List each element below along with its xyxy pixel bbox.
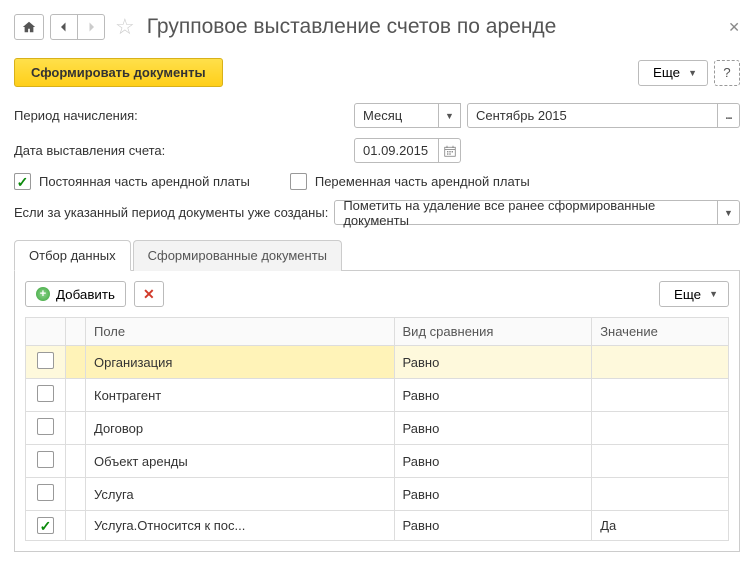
row-value[interactable] [592,478,729,511]
variable-part-label: Переменная часть арендной платы [315,174,530,189]
row-field[interactable]: Контрагент [86,379,395,412]
row-compare[interactable]: Равно [394,412,592,445]
row-value[interactable] [592,445,729,478]
favorite-star-icon[interactable]: ☆ [115,16,135,38]
panel-toolbar: + Добавить ✕ Еще ▼ [25,281,729,307]
row-checkbox[interactable] [37,352,54,369]
date-input[interactable]: 01.09.2015 [354,138,439,163]
row-value[interactable] [592,412,729,445]
row-value[interactable] [592,346,729,379]
col-spacer [66,318,86,346]
arrow-right-icon [85,21,97,33]
filter-panel: + Добавить ✕ Еще ▼ Поле Вид сравнения Зн… [14,271,740,552]
row-compare[interactable]: Равно [394,478,592,511]
add-button[interactable]: + Добавить [25,281,126,307]
filter-grid: Поле Вид сравнения Значение ОрганизацияР… [25,317,729,541]
variable-part-checkbox[interactable] [290,173,307,190]
period-mode-dropdown[interactable]: ▼ [439,103,461,128]
col-field[interactable]: Поле [86,318,395,346]
row-compare[interactable]: Равно [394,511,592,541]
row-checkbox[interactable] [37,385,54,402]
period-value-input[interactable]: Сентябрь 2015 [467,103,718,128]
tab-documents[interactable]: Сформированные документы [133,240,342,271]
date-label: Дата выставления счета: [14,143,354,158]
row-value[interactable] [592,379,729,412]
chevron-down-icon: ▼ [688,68,697,78]
chevron-down-icon: ▼ [709,289,718,299]
add-label: Добавить [56,287,115,302]
period-mode-select[interactable]: Месяц [354,103,439,128]
row-compare[interactable]: Равно [394,379,592,412]
row-spacer [66,511,86,541]
calendar-icon [444,145,456,157]
date-picker-button[interactable] [439,138,461,163]
row-compare[interactable]: Равно [394,445,592,478]
forward-button[interactable] [77,14,105,40]
x-icon: ✕ [143,286,155,303]
help-button[interactable]: ? [714,60,740,86]
plus-icon: + [36,287,50,301]
delete-button[interactable]: ✕ [134,281,164,307]
chevron-down-icon: ▼ [724,208,733,218]
row-spacer [66,445,86,478]
row-spacer [66,412,86,445]
row-value[interactable]: Да [592,511,729,541]
table-row[interactable]: ОрганизацияРавно [26,346,729,379]
table-row[interactable]: Объект арендыРавно [26,445,729,478]
tabs: Отбор данных Сформированные документы [14,239,740,271]
actions-row: Сформировать документы Еще ▼ ? [14,58,740,87]
row-field[interactable]: Услуга.Относится к пос... [86,511,395,541]
existing-docs-label: Если за указанный период документы уже с… [14,205,328,220]
table-row[interactable]: ДоговорРавно [26,412,729,445]
close-button[interactable]: ✕ [728,19,740,36]
ellipsis-icon: ... [725,110,731,122]
row-field[interactable]: Объект аренды [86,445,395,478]
col-compare[interactable]: Вид сравнения [394,318,592,346]
generate-documents-button[interactable]: Сформировать документы [14,58,223,87]
back-button[interactable] [50,14,78,40]
row-spacer [66,379,86,412]
period-label: Период начисления: [14,108,354,123]
arrow-left-icon [58,21,70,33]
row-checkbox[interactable] [37,418,54,435]
constant-part-label: Постоянная часть арендной платы [39,174,250,189]
row-checkbox[interactable] [37,517,54,534]
row-spacer [66,346,86,379]
period-value-picker[interactable]: ... [718,103,740,128]
row-field[interactable]: Организация [86,346,395,379]
period-row: Период начисления: Месяц ▼ Сентябрь 2015… [14,103,740,128]
row-spacer [66,478,86,511]
row-field[interactable]: Договор [86,412,395,445]
rent-parts-row: Постоянная часть арендной платы Переменн… [14,173,740,190]
row-field[interactable]: Услуга [86,478,395,511]
table-row[interactable]: УслугаРавно [26,478,729,511]
table-row[interactable]: КонтрагентРавно [26,379,729,412]
row-checkbox[interactable] [37,484,54,501]
table-row[interactable]: Услуга.Относится к пос...РавноДа [26,511,729,541]
header-bar: ☆ Групповое выставление счетов по аренде… [14,14,740,40]
more-button-top[interactable]: Еще ▼ [638,60,708,86]
home-icon [22,20,36,34]
home-button[interactable] [14,14,44,40]
existing-docs-row: Если за указанный период документы уже с… [14,200,740,225]
col-checkbox [26,318,66,346]
chevron-down-icon: ▼ [445,111,454,121]
row-compare[interactable]: Равно [394,346,592,379]
row-checkbox[interactable] [37,451,54,468]
more-label: Еще [653,65,680,80]
more-label: Еще [674,287,701,302]
tab-filter[interactable]: Отбор данных [14,240,131,271]
col-value[interactable]: Значение [592,318,729,346]
existing-docs-dropdown[interactable]: ▼ [718,200,740,225]
existing-docs-select[interactable]: Пометить на удаление все ранее сформиров… [334,200,718,225]
constant-part-checkbox[interactable] [14,173,31,190]
more-button-panel[interactable]: Еще ▼ [659,281,729,307]
date-row: Дата выставления счета: 01.09.2015 [14,138,740,163]
page-title: Групповое выставление счетов по аренде [147,15,557,39]
